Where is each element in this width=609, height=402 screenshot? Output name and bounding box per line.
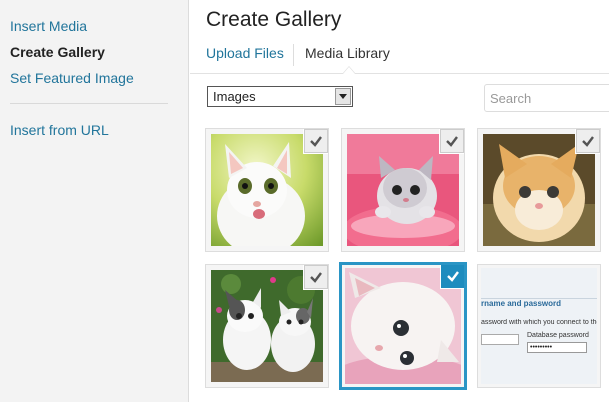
screenshot-password-field: •••••••••: [527, 342, 587, 353]
attachment-two-kittens[interactable]: [205, 264, 329, 388]
menu-set-featured-image[interactable]: Set Featured Image: [10, 70, 134, 86]
menu-insert-media[interactable]: Insert Media: [10, 18, 87, 34]
chevron-down-icon[interactable]: [335, 88, 351, 105]
screenshot-description: assword with which you connect to the d: [481, 319, 597, 326]
menu-create-gallery[interactable]: Create Gallery: [10, 44, 105, 60]
router-tabs: Upload Files Media Library: [190, 36, 609, 73]
attachment-orange-kitten[interactable]: [477, 128, 601, 252]
menu-insert-from-url[interactable]: Insert from URL: [10, 122, 109, 138]
tab-upload-files[interactable]: Upload Files: [206, 45, 284, 61]
attachment-kitten-pink-bucket[interactable]: [341, 128, 465, 252]
sidebar-divider: [10, 103, 168, 104]
checkmark-icon[interactable]: [441, 265, 464, 288]
tab-divider: [293, 44, 294, 66]
media-type-filter[interactable]: Images: [207, 86, 353, 107]
media-main: Create Gallery Upload Files Media Librar…: [190, 0, 609, 402]
attachment-login-screenshot[interactable]: rname and password assword with which yo…: [477, 264, 601, 388]
screenshot-field: [481, 334, 519, 345]
checkmark-icon[interactable]: [576, 129, 600, 153]
page-title: Create Gallery: [206, 8, 342, 31]
checkmark-icon[interactable]: [440, 129, 464, 153]
tabs-underline: [190, 73, 609, 74]
screenshot-heading: rname and password: [481, 299, 562, 308]
active-tab-caret: [342, 66, 356, 74]
attachment-white-kitten[interactable]: [205, 128, 329, 252]
tab-media-library[interactable]: Media Library: [305, 45, 390, 61]
screenshot-db-label: Database password: [527, 332, 589, 339]
checkmark-icon[interactable]: [304, 129, 328, 153]
search-input[interactable]: [484, 84, 609, 112]
media-sidebar: Insert Media Create Gallery Set Featured…: [0, 0, 189, 402]
attachment-kitten-lying-down[interactable]: [339, 262, 467, 390]
filter-selected-value: Images: [213, 89, 256, 104]
screenshot-image: rname and password assword with which yo…: [481, 268, 597, 384]
checkmark-icon[interactable]: [304, 265, 328, 289]
